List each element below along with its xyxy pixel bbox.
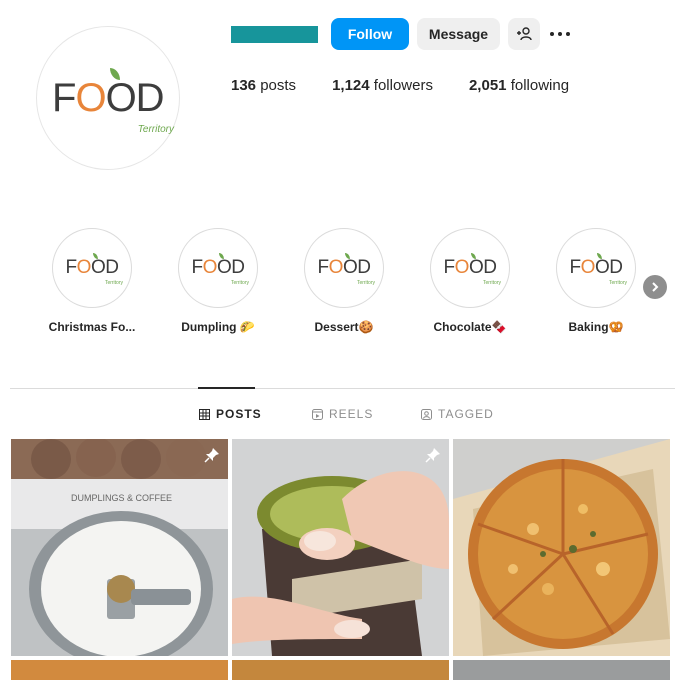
frozen-yogurt-image: DUMPLINGS & COFFEE [11, 439, 228, 656]
highlight-label: Dessert🍪 [314, 320, 374, 334]
following-stat[interactable]: 2,051 following [469, 77, 569, 94]
highlight-baking[interactable]: FOOD Territory Baking🥨 [551, 228, 641, 334]
highlights-next-button[interactable] [643, 275, 667, 299]
highlight-label: Chocolate🍫 [433, 320, 507, 334]
post-thumbnail-pizza[interactable] [453, 439, 670, 656]
message-button[interactable]: Message [417, 18, 500, 50]
post-thumbnail-row2-2[interactable] [232, 660, 449, 680]
highlight-label: Christmas Fo... [48, 320, 136, 334]
pin-icon [425, 448, 440, 463]
add-user-icon [517, 27, 532, 41]
ice-cream-cup-image [232, 439, 449, 656]
highlight-dessert[interactable]: FOOD Territory Dessert🍪 [299, 228, 389, 334]
post-thumbnail-frozen-yogurt[interactable]: DUMPLINGS & COFFEE [11, 439, 228, 656]
followers-stat[interactable]: 1,124 followers [332, 77, 433, 94]
food-territory-logo: FOOD Territory [317, 253, 375, 286]
tab-reels[interactable]: REELS [312, 407, 373, 421]
logo-tagline: Territory [137, 124, 174, 135]
post-thumbnail-ice-cream-cup[interactable] [232, 439, 449, 656]
highlight-christmas-food[interactable]: FOOD Territory Christmas Fo... [47, 228, 137, 334]
profile-stats: 136 posts 1,124 followers 2,051 followin… [231, 77, 605, 94]
reels-icon [312, 408, 323, 420]
tabs-divider [10, 388, 675, 389]
pin-icon [204, 448, 219, 463]
food-territory-logo: FOOD Territory [569, 253, 627, 286]
chevron-right-icon [652, 282, 659, 292]
highlight-dumpling[interactable]: FOOD Territory Dumpling 🌮 [173, 228, 263, 334]
post-thumbnail-row2-3[interactable] [453, 660, 670, 680]
svg-text:DUMPLINGS & COFFEE: DUMPLINGS & COFFEE [71, 493, 172, 503]
food-territory-logo: FOOD Territory [443, 253, 501, 286]
posts-stat[interactable]: 136 posts [231, 77, 296, 94]
food-territory-logo: FOOD Territory [191, 253, 249, 286]
food-territory-logo: FOOD Territory [65, 253, 123, 286]
follow-button[interactable]: Follow [331, 18, 409, 50]
tab-posts[interactable]: POSTS [199, 407, 262, 421]
tab-tagged[interactable]: TAGGED [421, 407, 494, 421]
more-options-icon[interactable] [550, 28, 576, 40]
grid-icon [199, 408, 210, 420]
add-user-button[interactable] [508, 18, 540, 50]
pizza-image [453, 439, 670, 656]
highlight-chocolate[interactable]: FOOD Territory Chocolate🍫 [425, 228, 515, 334]
highlight-label: Dumpling 🌮 [181, 320, 255, 334]
highlight-label: Baking🥨 [568, 320, 624, 334]
post-thumbnail-row2-1[interactable] [11, 660, 228, 680]
tagged-icon [421, 408, 432, 420]
active-tab-indicator [198, 387, 255, 389]
food-territory-logo: FOOD Territory [52, 68, 174, 135]
profile-avatar[interactable]: FOOD Territory [36, 26, 180, 170]
username-redacted [231, 26, 318, 43]
